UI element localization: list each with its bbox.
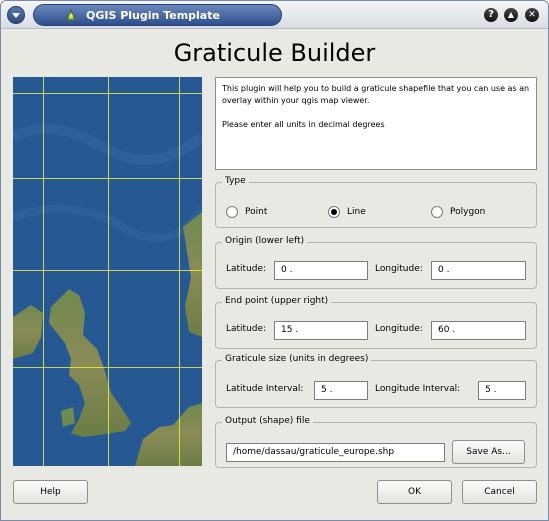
help-button[interactable]: Help (13, 480, 88, 504)
radio-circle[interactable] (431, 206, 443, 218)
radio-label: Line (347, 207, 366, 217)
shade-icon[interactable]: ▲ (504, 8, 518, 22)
help-icon[interactable]: ? (484, 8, 498, 22)
output-path-input[interactable]: /home/dassau/graticule_europe.shp (226, 443, 445, 462)
units-note: Please enter all units in decimal degree… (222, 120, 385, 129)
radio-label: Polygon (450, 207, 486, 217)
origin-latitude-input[interactable]: 0 . (274, 261, 368, 280)
radio-circle-selected[interactable] (328, 206, 340, 218)
origin-group: Origin (lower left) Latitude: 0 . Longit… (215, 236, 537, 289)
description-panel: This plugin will help you to build a gra… (215, 77, 537, 170)
title-bar[interactable]: QGIS Plugin Template ? ▲ ✕ (1, 1, 548, 29)
longitude-interval-label: Longitude Interval: (375, 384, 461, 394)
europe-map-image (13, 77, 202, 466)
map-graphic (13, 77, 202, 466)
end-latitude-label: Latitude: (226, 324, 267, 334)
origin-latitude-label: Latitude: (226, 264, 267, 274)
graticule-size-group-title: Graticule size (units in degrees) (222, 354, 372, 364)
radio-point[interactable]: Point (226, 206, 267, 218)
save-as-button[interactable]: Save As... (452, 440, 525, 464)
end-longitude-label: Longitude: (375, 324, 423, 334)
longitude-interval-input[interactable]: 5 . (478, 381, 526, 400)
origin-group-title: Origin (lower left) (222, 236, 308, 246)
end-point-group: End point (upper right) Latitude: 15 . L… (215, 296, 537, 349)
radio-circle[interactable] (226, 206, 238, 218)
radio-line[interactable]: Line (328, 206, 366, 218)
cancel-button[interactable]: Cancel (462, 480, 537, 504)
qgis-logo-icon (66, 8, 76, 21)
window-title: QGIS Plugin Template (86, 9, 220, 22)
origin-longitude-input[interactable]: 0 . (431, 261, 526, 280)
end-latitude-input[interactable]: 15 . (274, 321, 368, 340)
radio-label: Point (245, 207, 268, 217)
end-point-group-title: End point (upper right) (222, 296, 332, 306)
close-icon[interactable]: ✕ (525, 8, 539, 22)
ok-button[interactable]: OK (377, 480, 452, 504)
latitude-interval-input[interactable]: 5 . (314, 381, 368, 400)
output-group: Output (shape) file /home/dassau/graticu… (215, 416, 537, 468)
window-menu-icon[interactable] (7, 6, 25, 24)
output-group-title: Output (shape) file (222, 416, 313, 426)
latitude-interval-label: Latitude Interval: (226, 384, 304, 394)
type-group-title: Type (222, 176, 249, 186)
end-longitude-input[interactable]: 60 . (431, 321, 526, 340)
title-pill: QGIS Plugin Template (33, 4, 282, 26)
page-title: Graticule Builder (173, 39, 376, 67)
radio-polygon[interactable]: Polygon (431, 206, 485, 218)
description-text: This plugin will help you to build a gra… (222, 84, 530, 105)
origin-longitude-label: Longitude: (375, 264, 423, 274)
type-group: Type Point Line Polygon (215, 176, 537, 228)
plugin-dialog: QGIS Plugin Template ? ▲ ✕ Graticule Bui… (0, 0, 549, 521)
graticule-size-group: Graticule size (units in degrees) Latitu… (215, 354, 537, 408)
